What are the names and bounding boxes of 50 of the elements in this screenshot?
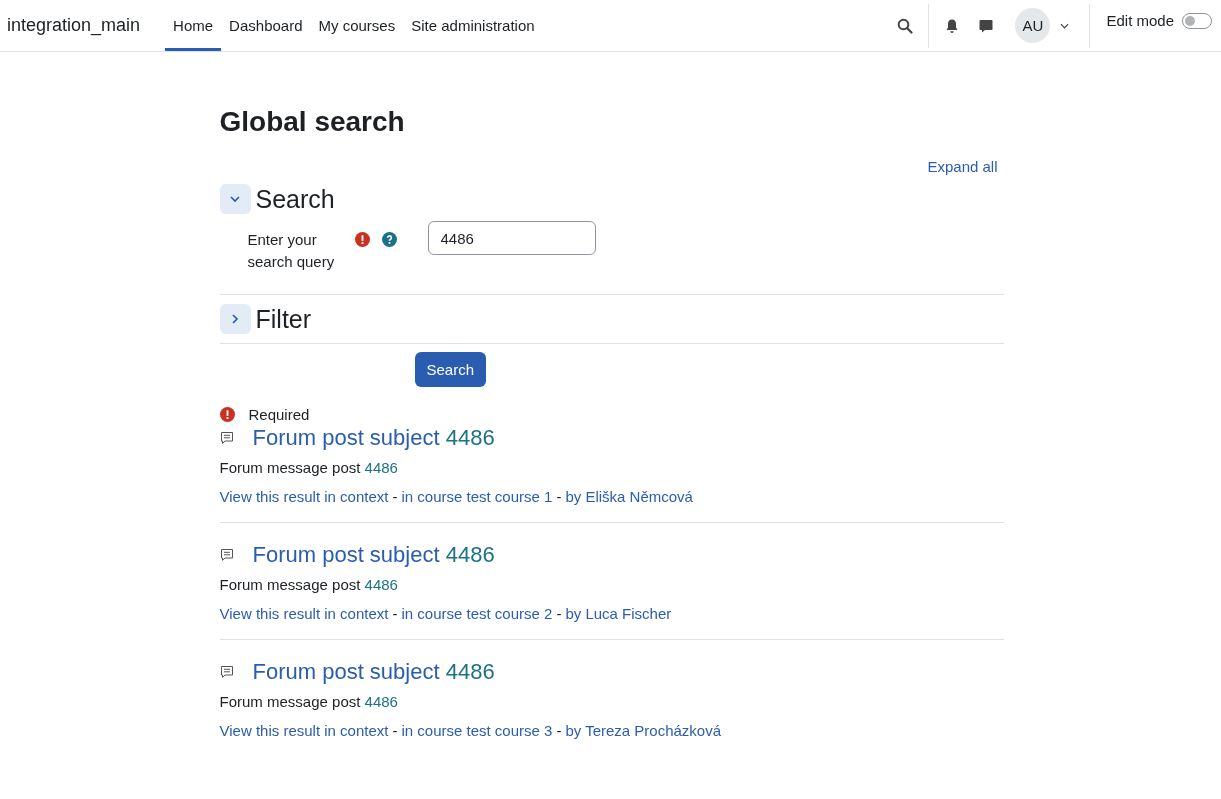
- forum-post-icon: [219, 665, 234, 679]
- author-link[interactable]: by Eliška Němcová: [565, 488, 693, 505]
- required-icon: [354, 232, 370, 247]
- separator-text: -: [392, 722, 398, 739]
- author-link[interactable]: by Tereza Procházková: [565, 722, 722, 739]
- result-snippet: Forum message post 4486: [219, 693, 399, 711]
- result-title-link[interactable]: Forum post subject 4486: [252, 542, 495, 568]
- nav-link[interactable]: My courses: [310, 3, 404, 51]
- result-title-link[interactable]: Forum post subject 4486: [252, 425, 495, 451]
- chat-icon: [978, 17, 995, 34]
- field-label: Enter your search query: [247, 230, 336, 272]
- section-heading: Filter: [255, 304, 312, 334]
- site-name[interactable]: integration_main: [0, 0, 166, 51]
- forum-post-icon: [219, 548, 234, 562]
- search-query-field[interactable]: 4486: [427, 221, 596, 255]
- chevron-icon: [229, 193, 241, 205]
- nav-link[interactable]: Home: [165, 3, 222, 51]
- search-icon: [897, 17, 914, 34]
- separator-text: -: [392, 605, 398, 622]
- author-link[interactable]: by Luca Fischer: [565, 605, 672, 622]
- separator-text: -: [556, 722, 562, 739]
- result-title-link[interactable]: Forum post subject 4486: [252, 659, 495, 685]
- required-icon: [219, 407, 235, 422]
- edit-mode-label: Edit mode: [1106, 12, 1174, 29]
- course-link[interactable]: in course test course 3: [401, 722, 553, 739]
- result-snippet: Forum message post 4486: [219, 459, 399, 477]
- context-link[interactable]: View this result in context: [219, 488, 389, 505]
- required-note: Required: [248, 406, 310, 423]
- user-avatar[interactable]: AU: [1015, 8, 1051, 43]
- expand-all-link[interactable]: Expand all: [927, 158, 998, 175]
- course-link[interactable]: in course test course 2: [401, 605, 553, 622]
- collapse-toggle[interactable]: [219, 184, 251, 214]
- separator-text: -: [556, 605, 562, 622]
- search-button[interactable]: Search: [414, 352, 487, 387]
- section-heading: Search: [255, 184, 335, 214]
- page-title: Global search: [219, 106, 406, 138]
- separator-text: -: [556, 488, 562, 505]
- chevron-icon: [229, 313, 241, 325]
- context-link[interactable]: View this result in context: [219, 605, 389, 622]
- result-snippet: Forum message post 4486: [219, 576, 399, 594]
- course-link[interactable]: in course test course 1: [401, 488, 553, 505]
- forum-post-icon: [219, 431, 234, 445]
- nav-link[interactable]: Dashboard: [221, 3, 311, 51]
- nav-link[interactable]: Site administration: [403, 3, 543, 51]
- context-link[interactable]: View this result in context: [219, 722, 389, 739]
- edit-mode-toggle[interactable]: [1182, 12, 1212, 29]
- help-icon: [381, 232, 397, 247]
- separator-text: -: [392, 488, 398, 505]
- collapse-toggle[interactable]: [219, 304, 251, 334]
- caret-icon: [1060, 22, 1070, 29]
